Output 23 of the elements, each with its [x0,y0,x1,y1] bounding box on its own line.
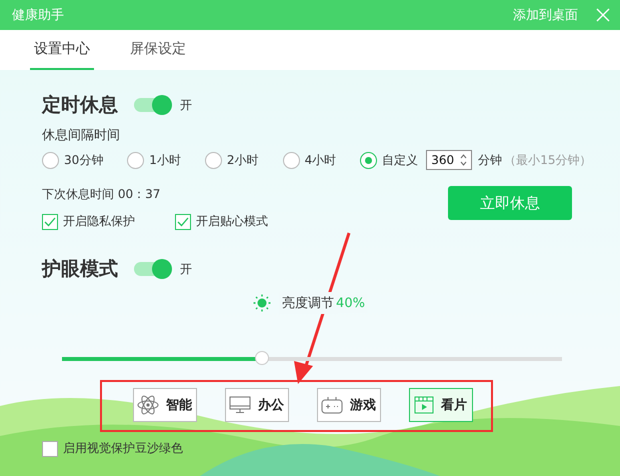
radio-option[interactable]: 自定义 [360,152,418,168]
radio-option[interactable]: 1小时 [127,152,181,168]
checkbox-option[interactable]: 启用视觉保护豆沙绿色 [42,440,183,457]
section-title: 护眼模式 [42,257,118,282]
mode-button[interactable]: 智能 [132,388,196,422]
section-title: 定时休息 [42,93,118,118]
number-field[interactable]: 360 [426,150,472,170]
radio-option[interactable]: 30分钟 [42,152,104,168]
interval-label: 休息间隔时间 [42,127,121,144]
radio-option[interactable]: 2小时 [204,152,259,168]
unit-label: 分钟 [478,152,502,168]
radio-option[interactable]: 4小时 [282,152,336,168]
tab[interactable]: 屏保设定 [126,30,190,70]
window-title: 健康助手 [12,7,64,24]
next-rest-time: 下次休息时间 00：37 [42,186,162,203]
mode-button[interactable]: 办公 [224,388,288,422]
toggle-label: 开 [180,260,192,278]
checkbox-option[interactable]: 开启贴心模式 [175,213,268,230]
checkbox-option[interactable]: 开启隐私保护 [42,213,135,230]
mode-button[interactable]: 游戏 [316,388,380,422]
hint-text: （最小15分钟） [504,152,592,168]
mode-button[interactable]: 看片 [408,388,472,422]
toggle-label: 开 [180,96,192,114]
